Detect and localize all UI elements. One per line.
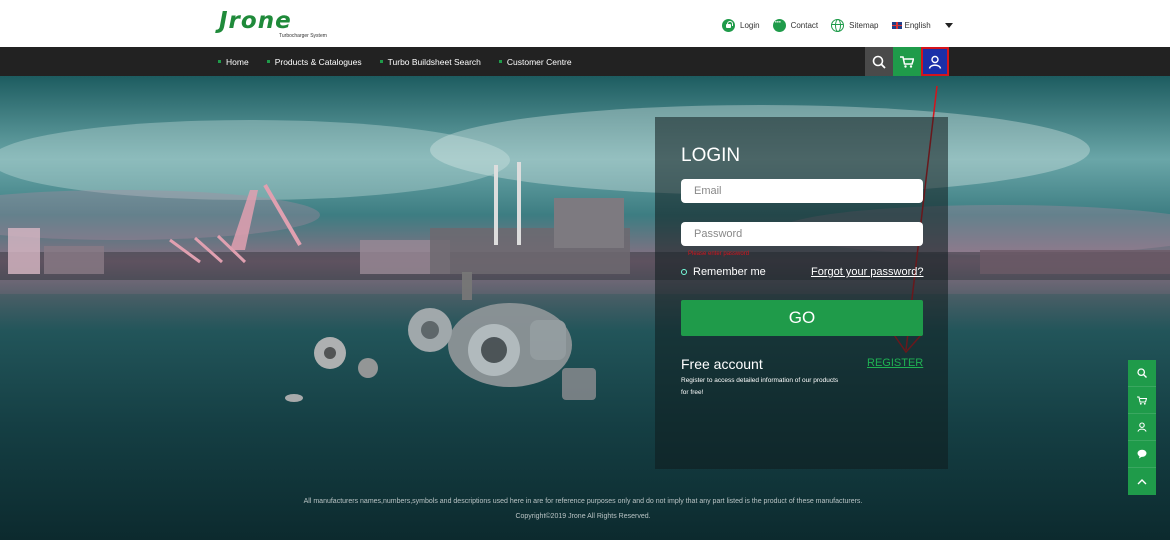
- search-icon: [1137, 368, 1147, 378]
- free-account-title: Free account: [681, 356, 763, 372]
- forgot-password-link[interactable]: Forgot your password?: [811, 266, 924, 278]
- side-back-to-top-button[interactable]: [1128, 468, 1156, 495]
- up-arrow-icon: [1137, 479, 1147, 485]
- radio-icon: [681, 269, 687, 275]
- side-cart-button[interactable]: [1128, 387, 1156, 414]
- go-button[interactable]: GO: [681, 300, 923, 336]
- password-field[interactable]: [681, 222, 923, 246]
- annotation-arrow: [891, 85, 938, 354]
- login-panel: [655, 117, 948, 469]
- email-field[interactable]: [681, 179, 923, 203]
- remember-me-label: Remember me: [693, 266, 766, 278]
- footer-notes: All manufacturers names,numbers,symbols …: [0, 494, 1166, 524]
- footer-copyright: Copyright©2019 Jrone All Rights Reserved…: [515, 513, 651, 520]
- register-link[interactable]: REGISTER: [867, 357, 923, 369]
- user-icon: [1137, 422, 1147, 432]
- login-title: LOGIN: [681, 145, 741, 166]
- side-search-button[interactable]: [1128, 360, 1156, 387]
- cart-icon: [1137, 395, 1147, 405]
- side-chat-button[interactable]: [1128, 441, 1156, 468]
- bottom-strip: [0, 540, 1170, 554]
- footer-disclaimer: All manufacturers names,numbers,symbols …: [303, 498, 863, 505]
- free-account-description: Register to access detailed information …: [681, 377, 839, 396]
- remember-me-checkbox[interactable]: Remember me: [681, 266, 766, 278]
- chat-icon: [1137, 449, 1147, 459]
- password-error-message: Please enter password: [688, 251, 750, 257]
- side-toolbar: [1128, 360, 1156, 495]
- side-user-button[interactable]: [1128, 414, 1156, 441]
